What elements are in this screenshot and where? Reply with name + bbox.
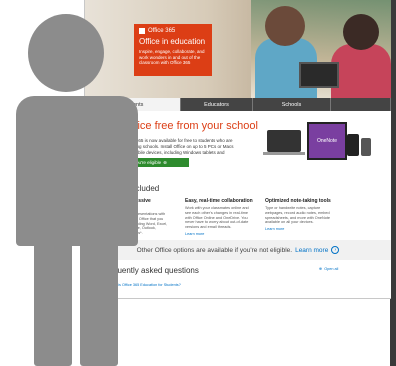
phone-image xyxy=(347,134,359,156)
person-silhouette-head xyxy=(28,14,104,92)
faq-open-all[interactable]: ⊕ Open all xyxy=(319,266,339,272)
person-silhouette-body xyxy=(16,96,138,246)
other-options-link[interactable]: Learn more xyxy=(295,247,328,254)
faq-open-all-label: Open all xyxy=(324,266,339,271)
feature-text: Work with your classmates online and see… xyxy=(185,206,249,230)
onenote-label: OneNote xyxy=(316,138,337,144)
feature-column-collaboration: Easy, real-time collaboration Work with … xyxy=(185,198,253,236)
faq-question-label: What is Office 365 Education for Student… xyxy=(108,283,181,287)
devices-illustration: OneNote xyxy=(263,120,373,166)
feature-column-notes: Optimized note-taking tools Type or hand… xyxy=(265,198,339,231)
person-silhouette-leg-right xyxy=(80,230,118,366)
office-brand-label: Office 365 xyxy=(148,28,176,34)
hero-person2-body xyxy=(331,44,391,98)
free-offer-title: Office free from your school xyxy=(123,120,258,132)
learn-more-link[interactable]: Learn more xyxy=(185,232,253,236)
hero-description: Inspire, engage, collaborate, and work w… xyxy=(139,49,205,65)
hero-person2-head xyxy=(343,14,379,50)
tablet-image: OneNote xyxy=(307,122,347,160)
learn-more-link[interactable]: Learn more xyxy=(265,227,339,231)
hero-tablet xyxy=(299,62,339,88)
tab-educators[interactable]: Educators xyxy=(181,98,253,111)
hero-person-head xyxy=(265,6,305,46)
office-logo-icon xyxy=(139,28,145,34)
arrow-circle-icon[interactable]: › xyxy=(331,246,340,254)
feature-heading: Optimized note-taking tools xyxy=(265,198,331,204)
other-options-text: Other Office options are available if yo… xyxy=(136,246,293,254)
arrow-right-icon: ⊕ xyxy=(163,159,167,165)
feature-text: Type or handwrite notes, capture webpage… xyxy=(265,206,331,225)
hero-title: Office in education xyxy=(139,37,206,46)
office-brand: Office 365 xyxy=(139,28,207,34)
tab-empty xyxy=(331,98,391,111)
phone-image-2 xyxy=(361,138,371,156)
person-silhouette-leg-left xyxy=(34,230,72,366)
feature-heading: Easy, real-time collaboration xyxy=(185,198,253,204)
tab-schools[interactable]: Schools xyxy=(253,98,331,111)
plus-circle-icon: ⊕ xyxy=(319,267,323,271)
office-promo-box: Office 365 Office in education Inspire, … xyxy=(134,24,212,76)
hero-banner: Office 365 Office in education Inspire, … xyxy=(85,0,391,98)
laptop-image xyxy=(263,130,305,155)
